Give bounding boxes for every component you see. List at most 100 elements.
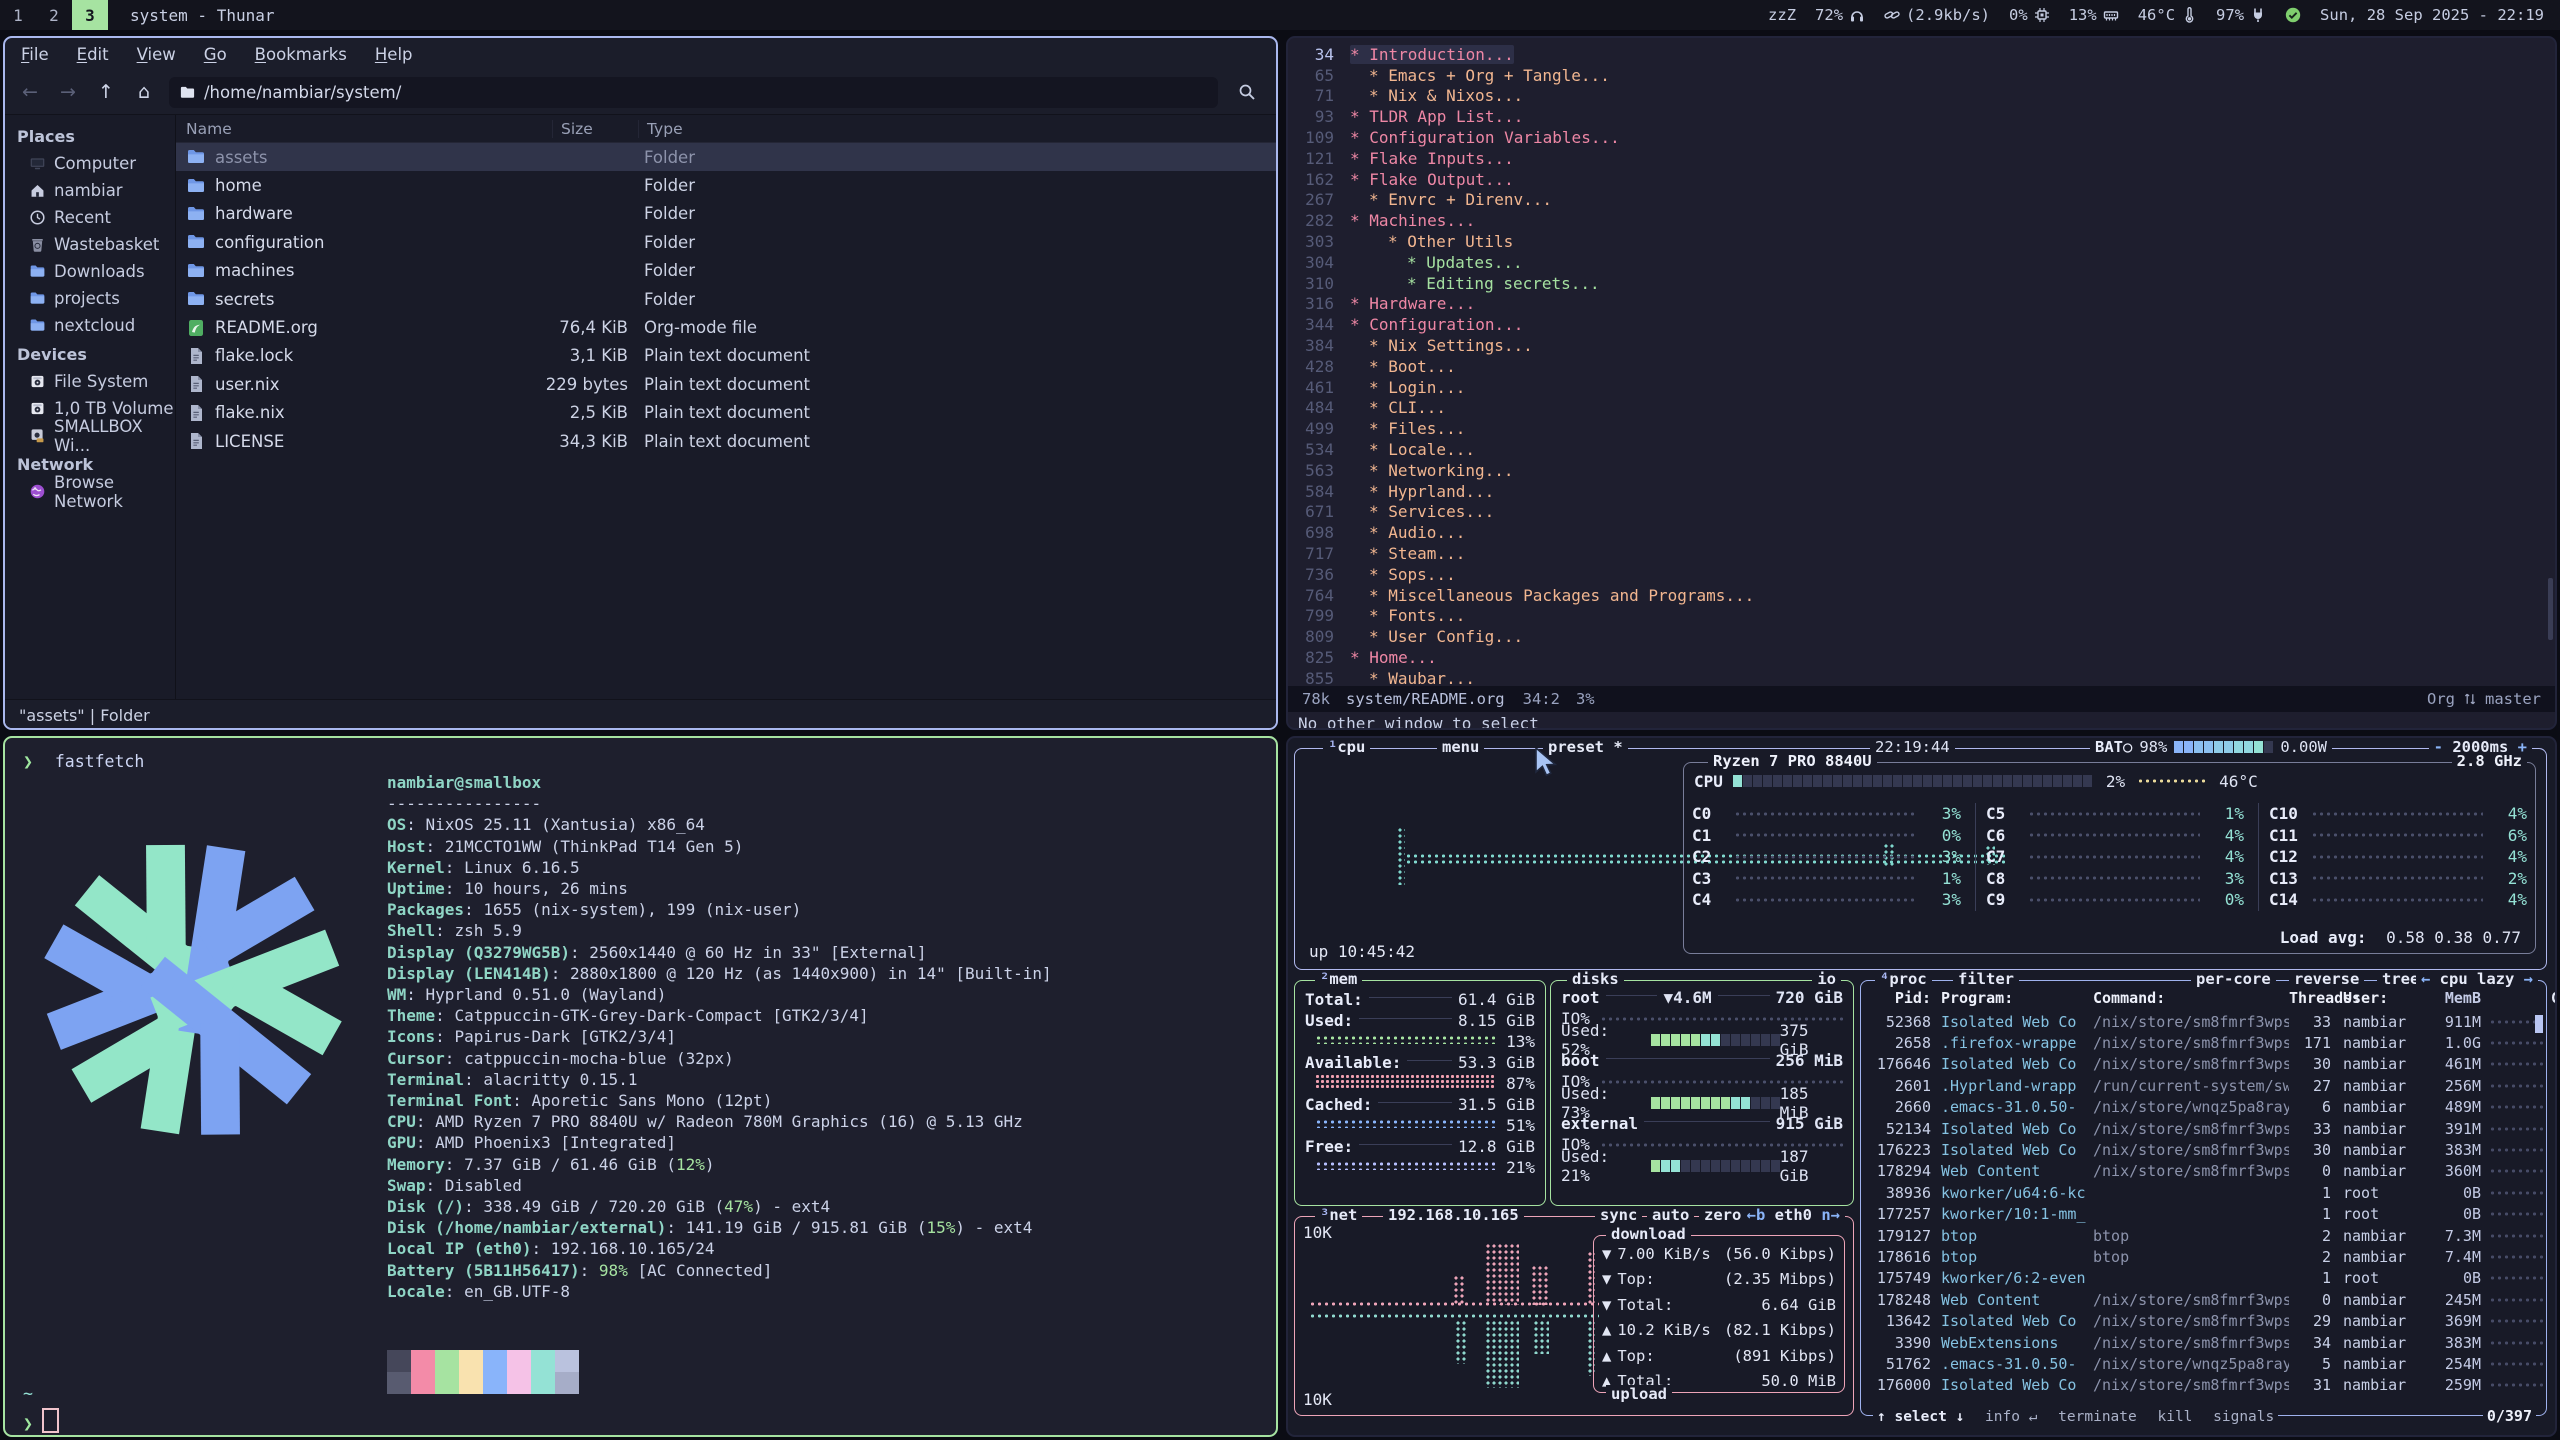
proc-col-command[interactable]: Command: [2093, 989, 2289, 1007]
kill-key[interactable]: kill [2157, 1409, 2192, 1425]
net-interface-switch[interactable]: ←b eth0 n→ [1742, 1206, 1845, 1224]
file-row[interactable]: README.org76,4 KiBOrg-mode file [176, 313, 1276, 341]
workspace-button-2[interactable]: 2 [36, 0, 72, 30]
proc-col-mem[interactable]: MemB [2429, 989, 2481, 1007]
file-row[interactable]: configurationFolder [176, 228, 1276, 256]
org-heading-line[interactable]: 65* Emacs + Org + Tangle... [1288, 65, 2545, 86]
home-button[interactable]: ⌂ [131, 81, 157, 103]
process-row[interactable]: 52368Isolated Web Co/nix/store/sm8fmrf3w… [1867, 1011, 2540, 1032]
org-heading-line[interactable]: 717* Steam... [1288, 543, 2545, 564]
proc-col-program[interactable]: Program: [1931, 989, 2093, 1007]
column-type[interactable]: Type [638, 120, 1276, 138]
net-sync-button[interactable]: sync [1595, 1206, 1642, 1224]
up-button[interactable]: ↑ [93, 81, 119, 103]
tab-cpu[interactable]: ¹cpu [1323, 738, 1370, 756]
org-heading-line[interactable]: 121* Flake Inputs... [1288, 148, 2545, 169]
process-row[interactable]: 177257kworker/10:1-mm_1root0B0.0 [1867, 1204, 2540, 1225]
org-heading-line[interactable]: 384* Nix Settings... [1288, 335, 2545, 356]
proc-percore-button[interactable]: per-core [2191, 970, 2276, 988]
terminate-key[interactable]: terminate [2058, 1409, 2137, 1425]
search-button[interactable] [1230, 83, 1264, 101]
org-heading-line[interactable]: 304* Updates... [1288, 252, 2545, 273]
process-row[interactable]: 2601.Hyprland-wrapp/run/current-system/s… [1867, 1075, 2540, 1096]
file-row[interactable]: secretsFolder [176, 285, 1276, 313]
org-heading-line[interactable]: 484* CLI... [1288, 398, 2545, 419]
forward-button[interactable]: → [55, 81, 81, 103]
process-row[interactable]: 38936kworker/u64:6-kc1root0B0.0 [1867, 1182, 2540, 1203]
org-heading-line[interactable]: 428* Boot... [1288, 356, 2545, 377]
info-key[interactable]: info ↵ [1985, 1409, 2037, 1425]
tab-io[interactable]: io [1812, 970, 1841, 988]
file-row[interactable]: LICENSE34,3 KiBPlain text document [176, 427, 1276, 455]
process-row[interactable]: 176000Isolated Web Co/nix/store/sm8fmrf3… [1867, 1375, 2540, 1396]
file-row[interactable]: hardwareFolder [176, 200, 1276, 228]
proc-col-pid[interactable]: Pid: [1867, 989, 1931, 1007]
org-heading-line[interactable]: 162* Flake Output... [1288, 169, 2545, 190]
sidebar-item-projects[interactable]: projects [5, 285, 175, 312]
org-heading-line[interactable]: 584* Hyprland... [1288, 481, 2545, 502]
file-row[interactable]: flake.lock3,1 KiBPlain text document [176, 342, 1276, 370]
org-heading-line[interactable]: 698* Audio... [1288, 522, 2545, 543]
sidebar-item-nambiar[interactable]: nambiar [5, 177, 175, 204]
org-heading-line[interactable]: 310* Editing secrets... [1288, 273, 2545, 294]
process-row[interactable]: 176646Isolated Web Co/nix/store/sm8fmrf3… [1867, 1054, 2540, 1075]
org-heading-line[interactable]: 34* Introduction... [1288, 44, 2545, 65]
org-heading-line[interactable]: 499* Files... [1288, 418, 2545, 439]
org-heading-line[interactable]: 71* Nix & Nixos... [1288, 86, 2545, 107]
org-heading-line[interactable]: 764* Miscellaneous Packages and Programs… [1288, 585, 2545, 606]
path-bar[interactable]: /home/nambiar/system/ [169, 77, 1218, 108]
sidebar-item-wastebasket[interactable]: Wastebasket [5, 231, 175, 258]
process-row[interactable]: 178294Web Content/nix/store/sm8fmrf3wps4… [1867, 1161, 2540, 1182]
workspace-button-1[interactable]: 1 [0, 0, 36, 30]
menu-button[interactable]: menu [1437, 738, 1484, 756]
process-row[interactable]: 176223Isolated Web Co/nix/store/sm8fmrf3… [1867, 1139, 2540, 1160]
org-heading-line[interactable]: 799* Fonts... [1288, 606, 2545, 627]
menu-help[interactable]: Help [375, 45, 413, 64]
file-row[interactable]: assetsFolder [176, 143, 1276, 171]
menu-edit[interactable]: Edit [77, 45, 109, 64]
org-heading-line[interactable]: 534* Locale... [1288, 439, 2545, 460]
net-zero-button[interactable]: zero [1699, 1206, 1746, 1224]
back-button[interactable]: ← [17, 81, 43, 103]
proc-sort-selector[interactable]: ← cpu lazy → [2416, 970, 2538, 988]
org-heading-line[interactable]: 109* Configuration Variables... [1288, 127, 2545, 148]
proc-reverse-button[interactable]: reverse [2289, 970, 2364, 988]
org-heading-line[interactable]: 93* TLDR App List... [1288, 106, 2545, 127]
file-row[interactable]: machinesFolder [176, 257, 1276, 285]
workspace-button-3[interactable]: 3 [72, 0, 108, 30]
sidebar-item-smallbox-wi-[interactable]: SMALLBOX Wi... [5, 422, 175, 449]
file-row[interactable]: homeFolder [176, 171, 1276, 199]
proc-col-user[interactable]: User: [2331, 989, 2429, 1007]
select-keys[interactable]: ↑ select ↓ [1877, 1409, 1964, 1425]
proc-scrollbar-thumb[interactable] [2535, 1015, 2543, 1033]
menu-file[interactable]: File [21, 45, 49, 64]
process-row[interactable]: 51762.emacs-31.0.50-/nix/store/wnqz5pa8r… [1867, 1353, 2540, 1374]
sidebar-item-computer[interactable]: Computer [5, 150, 175, 177]
sidebar-item-nextcloud[interactable]: nextcloud [5, 312, 175, 339]
net-auto-button[interactable]: auto [1647, 1206, 1694, 1224]
file-row[interactable]: user.nix229 bytesPlain text document [176, 370, 1276, 398]
org-heading-line[interactable]: 267* Envrc + Direnv... [1288, 190, 2545, 211]
process-row[interactable]: 178248Web Content/nix/store/sm8fmrf3wps4… [1867, 1289, 2540, 1310]
menu-view[interactable]: View [137, 45, 176, 64]
process-row[interactable]: 52134Isolated Web Co/nix/store/sm8fmrf3w… [1867, 1118, 2540, 1139]
shell-prompt[interactable]: ❯ [23, 1408, 59, 1433]
org-heading-line[interactable]: 825* Home... [1288, 647, 2545, 668]
tab-mem[interactable]: ²mem [1315, 970, 1362, 988]
org-heading-line[interactable]: 303* Other Utils [1288, 231, 2545, 252]
column-size[interactable]: Size [552, 120, 638, 138]
org-heading-line[interactable]: 563* Networking... [1288, 460, 2545, 481]
org-heading-line[interactable]: 809* User Config... [1288, 626, 2545, 647]
proc-filter-button[interactable]: filter [1953, 970, 2019, 988]
org-heading-line[interactable]: 344* Configuration... [1288, 314, 2545, 335]
proc-col-cpu[interactable]: Cpu% [2547, 989, 2557, 1007]
org-heading-line[interactable]: 282* Machines... [1288, 210, 2545, 231]
org-heading-line[interactable]: 736* Sops... [1288, 564, 2545, 585]
org-heading-line[interactable]: 671* Services... [1288, 502, 2545, 523]
tab-net[interactable]: ³net [1315, 1206, 1362, 1224]
tab-disks[interactable]: disks [1567, 970, 1624, 988]
sidebar-item-file-system[interactable]: File System [5, 368, 175, 395]
signals-key[interactable]: signals [2213, 1409, 2274, 1425]
process-row[interactable]: 2658.firefox-wrappe/nix/store/sm8fmrf3wp… [1867, 1032, 2540, 1053]
emacs-scrollbar-thumb[interactable] [2548, 578, 2553, 640]
